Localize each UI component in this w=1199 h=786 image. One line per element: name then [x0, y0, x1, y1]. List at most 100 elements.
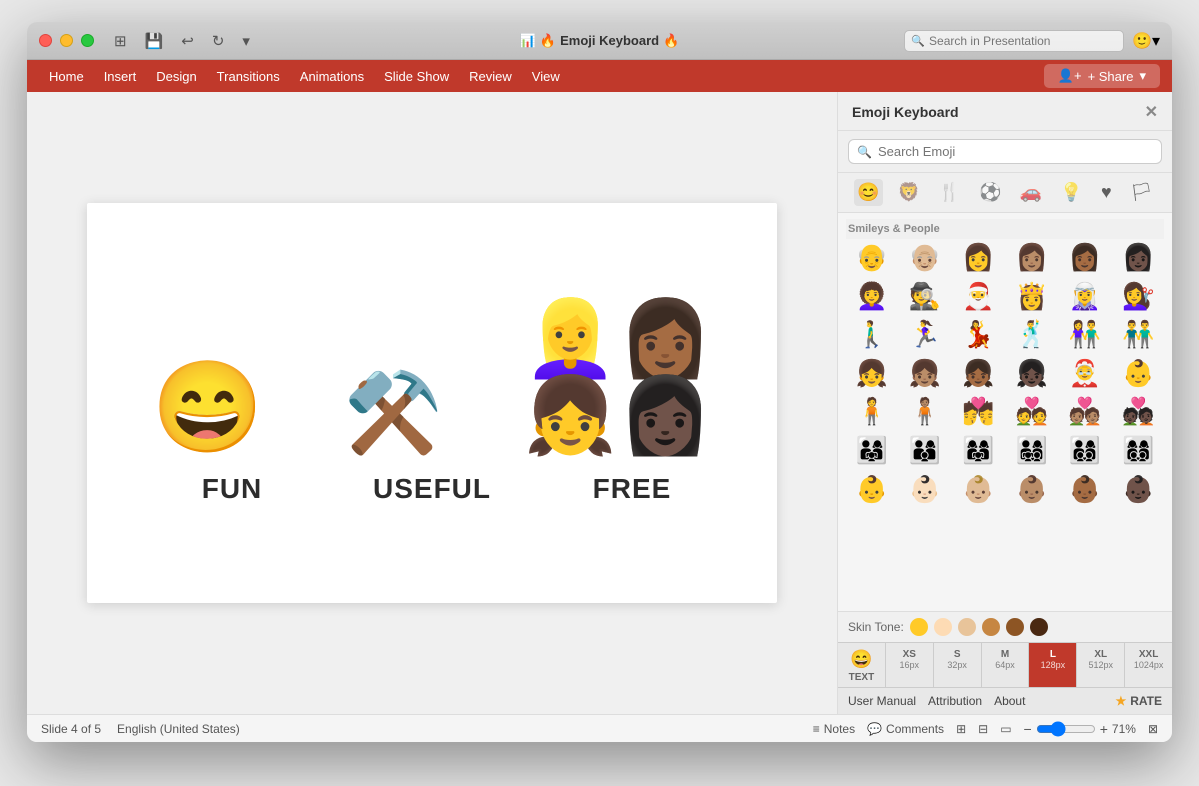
category-objects[interactable]: 💡 [1057, 179, 1085, 206]
emoji-cell[interactable]: 🧍🏽 [899, 393, 950, 430]
slide-view-grid[interactable]: ⊟ [978, 722, 988, 736]
emoji-cell[interactable]: 👩🏽 [1006, 239, 1057, 276]
menu-home[interactable]: Home [39, 65, 94, 88]
close-button[interactable] [39, 34, 52, 47]
category-activities[interactable]: ⚽ [976, 179, 1004, 206]
emoji-cell[interactable]: 👧 [846, 355, 897, 392]
zoom-out-button[interactable]: − [1024, 721, 1032, 737]
skin-tone-dark[interactable] [1030, 618, 1048, 636]
category-smileys[interactable]: 😊 [854, 179, 882, 206]
skin-tone-medium[interactable] [982, 618, 1000, 636]
minimize-button[interactable] [60, 34, 73, 47]
size-l[interactable]: L 128px [1029, 643, 1077, 687]
emoji-cell[interactable]: 👶🏿 [1113, 471, 1164, 508]
emoji-cell[interactable]: 💏 [953, 393, 1004, 430]
size-xl[interactable]: XL 512px [1077, 643, 1125, 687]
category-food[interactable]: 🍴 [935, 179, 963, 206]
emoji-cell[interactable]: 👶🏼 [953, 471, 1004, 508]
emoji-face-button[interactable]: 🙂▾ [1132, 31, 1160, 51]
emoji-cell[interactable]: 👩‍👩‍👦‍👦 [1113, 432, 1164, 469]
emoji-cell[interactable]: 👶 [1113, 355, 1164, 392]
menu-view[interactable]: View [522, 65, 570, 88]
emoji-cell[interactable]: 👧🏽 [899, 355, 950, 392]
zoom-slider[interactable] [1036, 721, 1096, 737]
category-travel[interactable]: 🚗 [1017, 179, 1045, 206]
menu-animations[interactable]: Animations [290, 65, 374, 88]
emoji-cell[interactable]: 💇‍♀️ [1113, 278, 1164, 315]
menu-insert[interactable]: Insert [94, 65, 147, 88]
zoom-in-button[interactable]: + [1100, 721, 1108, 737]
emoji-cell[interactable]: 👬 [1113, 316, 1164, 353]
emoji-cell[interactable]: 👩 [953, 239, 1004, 276]
emoji-cell[interactable]: 👨‍👩‍👦 [899, 432, 950, 469]
dropdown-icon[interactable]: ▾ [238, 30, 254, 52]
emoji-cell[interactable]: 🕺 [1006, 316, 1057, 353]
size-xs[interactable]: XS 16px [886, 643, 934, 687]
skin-tone-medium-light[interactable] [958, 618, 976, 636]
emoji-cell[interactable]: 🧍 [846, 393, 897, 430]
skin-tone-light[interactable] [934, 618, 952, 636]
emoji-cell[interactable]: 🧝‍♀️ [1059, 278, 1110, 315]
emoji-cell[interactable]: 👧🏿 [1006, 355, 1057, 392]
emoji-cell[interactable]: 💑🏿 [1113, 393, 1164, 430]
close-panel-button[interactable]: ✕ [1145, 102, 1158, 122]
attribution-link[interactable]: Attribution [928, 694, 982, 708]
menu-transitions[interactable]: Transitions [207, 65, 290, 88]
menu-slideshow[interactable]: Slide Show [374, 65, 459, 88]
emoji-cell[interactable]: 🏃‍♀️ [899, 316, 950, 353]
undo-icon[interactable]: ↩ [177, 30, 198, 52]
emoji-cell[interactable]: 👶🏻 [899, 471, 950, 508]
share-button[interactable]: 👤+ + Share ▾ [1044, 64, 1160, 88]
emoji-cell[interactable]: 👩🏾 [1059, 239, 1110, 276]
emoji-cell[interactable]: 👨‍👩‍👧 [846, 432, 897, 469]
emoji-cell[interactable]: 👫 [1059, 316, 1110, 353]
size-m[interactable]: M 64px [982, 643, 1030, 687]
emoji-cell[interactable]: 👶 [846, 471, 897, 508]
search-icon: 🔍 [857, 145, 872, 159]
emoji-cell[interactable]: 👩‍👩‍👧 [953, 432, 1004, 469]
user-manual-link[interactable]: User Manual [848, 694, 916, 708]
category-animals[interactable]: 🦁 [895, 179, 923, 206]
emoji-cell[interactable]: 🎅 [953, 278, 1004, 315]
size-xxl[interactable]: XXL 1024px [1125, 643, 1172, 687]
menu-design[interactable]: Design [146, 65, 206, 88]
save-icon[interactable]: 💾 [141, 30, 168, 52]
emoji-cell[interactable]: 👩🏿 [1113, 239, 1164, 276]
redo-icon[interactable]: ↻ [208, 30, 229, 52]
category-flags[interactable]: 🏳 [1127, 179, 1156, 206]
emoji-cell[interactable]: 💃 [953, 316, 1004, 353]
emoji-cell[interactable]: 👩‍🦱 [846, 278, 897, 315]
category-symbols[interactable]: ♥ [1098, 179, 1115, 206]
comments-button[interactable]: 💬 Comments [867, 722, 944, 736]
emoji-cell[interactable]: 👨‍👩‍👦‍👦 [1059, 432, 1110, 469]
search-presentation-input[interactable] [904, 30, 1124, 52]
size-text[interactable]: 😄 TEXT [838, 643, 886, 687]
size-s[interactable]: S 32px [934, 643, 982, 687]
emoji-cell[interactable]: 💑 [1006, 393, 1057, 430]
section-label-smileys: Smileys & People [846, 219, 1164, 239]
emoji-cell[interactable]: 💑🏽 [1059, 393, 1110, 430]
emoji-cell[interactable]: 👴🏼 [899, 239, 950, 276]
emoji-cell[interactable]: 👶🏾 [1059, 471, 1110, 508]
emoji-cell[interactable]: 👧🏾 [953, 355, 1004, 392]
emoji-cell[interactable]: 👴 [846, 239, 897, 276]
emoji-cell[interactable]: 👸 [1006, 278, 1057, 315]
rate-button[interactable]: ★ RATE [1115, 694, 1162, 708]
emoji-cell[interactable]: 👶🏽 [1006, 471, 1057, 508]
menu-review[interactable]: Review [459, 65, 522, 88]
skin-tone-medium-dark[interactable] [1006, 618, 1024, 636]
emoji-cell[interactable]: 🚶‍♂️ [846, 316, 897, 353]
skin-tone-yellow[interactable] [910, 618, 928, 636]
notes-button[interactable]: ≡ Notes [813, 722, 855, 736]
about-link[interactable]: About [994, 694, 1025, 708]
emoji-search-input[interactable] [878, 144, 1153, 159]
fit-to-window-button[interactable]: ⊠ [1148, 722, 1158, 736]
sidebar-toggle-icon[interactable]: ⊞ [110, 30, 131, 52]
emoji-cell[interactable]: 🤶 [1059, 355, 1110, 392]
slide-view-normal[interactable]: ⊞ [956, 722, 966, 736]
slide-view-present[interactable]: ▭ [1000, 722, 1011, 736]
maximize-button[interactable] [81, 34, 94, 47]
emoji-cell[interactable]: 🕵️ [899, 278, 950, 315]
emoji-grid-area[interactable]: Smileys & People 👴 👴🏼 👩 👩🏽 👩🏾 👩🏿 👩‍🦱 🕵️ … [838, 213, 1172, 611]
emoji-cell[interactable]: 👨‍👩‍👧‍👦 [1006, 432, 1057, 469]
